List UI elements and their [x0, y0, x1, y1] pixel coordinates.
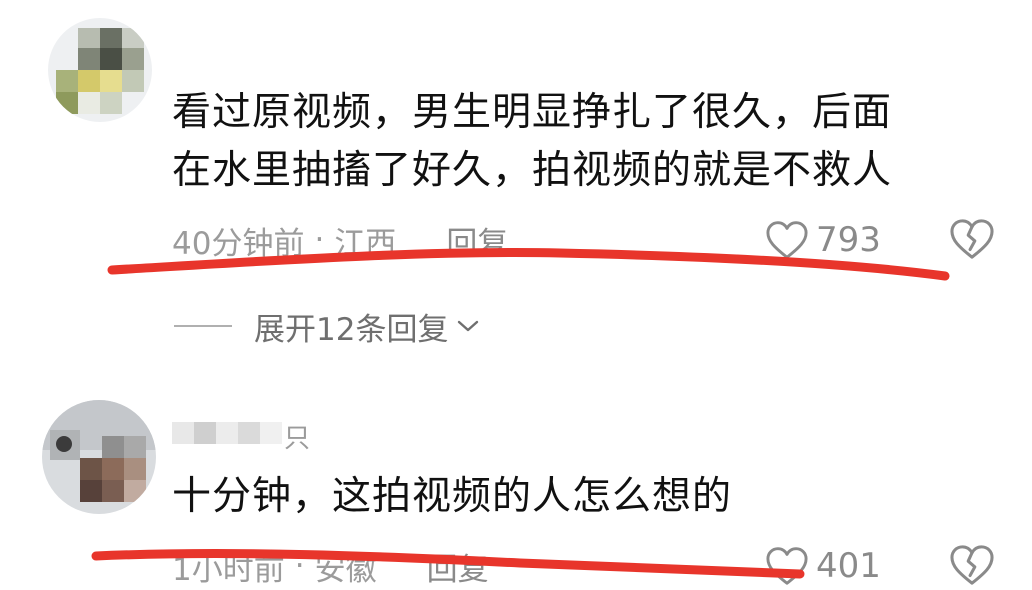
reply-button[interactable]: 回复 [427, 544, 489, 589]
broken-heart-icon [950, 545, 994, 585]
avatar[interactable] [48, 18, 152, 122]
avatar-mosaic-cell [80, 480, 102, 502]
comment-text-line-2: 在水里抽搐了好久，拍视频的就是不救人 [172, 148, 893, 193]
heart-outline-icon [766, 221, 808, 259]
avatar[interactable] [42, 400, 156, 514]
username-mosaic-cell [238, 422, 260, 444]
avatar-mosaic-cell [78, 28, 100, 48]
comment-location: 江西 [334, 225, 397, 262]
avatar-mosaic-cell [102, 436, 124, 458]
like-button[interactable]: 401 [764, 544, 881, 588]
avatar-mosaic-cell [56, 436, 72, 452]
avatar-mosaic-cell [100, 70, 122, 92]
comment-meta: 1小时前 · 安徽 回复 [172, 544, 489, 589]
expand-divider [174, 325, 232, 327]
username-mosaic-cell [194, 422, 216, 444]
broken-heart-icon [950, 219, 994, 259]
avatar-mosaic-cell [80, 458, 102, 480]
dislike-button[interactable] [948, 544, 996, 588]
expand-replies-label: 展开12条回复 [254, 311, 449, 348]
avatar-mosaic-cell [100, 28, 122, 48]
meta-separator: · [314, 222, 325, 258]
dislike-button[interactable] [948, 218, 996, 262]
avatar-mosaic-cell [56, 92, 78, 114]
username-mosaic-cell [172, 422, 194, 444]
comment-2: 只 十分钟，这拍视频的人怎么想的 1小时前 · 安徽 回复 401 [0, 360, 1032, 589]
avatar-mosaic-cell [100, 92, 122, 114]
like-count: 793 [816, 220, 881, 260]
avatar-mosaic-cell [78, 70, 100, 92]
heart-outline-icon [766, 547, 808, 585]
avatar-mosaic-cell [102, 458, 124, 480]
username[interactable]: 只 [172, 416, 332, 454]
avatar-mosaic-cell [78, 92, 100, 114]
comment-meta: 40分钟前 · 江西 回复 [172, 218, 508, 263]
comment-timestamp: 1小时前 [172, 551, 285, 588]
chevron-down-icon [458, 320, 479, 332]
expand-replies-button[interactable]: 展开12条回复 [174, 306, 480, 348]
username-mosaic-cell [216, 422, 238, 444]
avatar-mosaic-cell [122, 28, 144, 48]
avatar-mosaic-cell [78, 48, 100, 70]
avatar-mosaic-cell [124, 480, 146, 502]
avatar-mosaic-cell [124, 436, 146, 458]
comment-timestamp: 40分钟前 [172, 225, 305, 262]
comment-text-line-1: 看过原视频，男生明显挣扎了很久，后面 [172, 90, 893, 135]
avatar-mosaic-cell [122, 70, 144, 92]
meta-separator: · [294, 548, 305, 584]
avatar-mosaic-cell [100, 48, 122, 70]
avatar-mosaic-cell [56, 70, 78, 92]
comment-text-line-1: 十分钟，这拍视频的人怎么想的 [172, 474, 733, 519]
comment-1: 看过原视频，男生明显挣扎了很久，后面 在水里抽搐了好久，拍视频的就是不救人 40… [0, 0, 1032, 360]
avatar-mosaic-cell [102, 480, 124, 502]
reply-button[interactable]: 回复 [446, 218, 508, 263]
username-mosaic-cell [260, 422, 282, 444]
like-count: 401 [816, 546, 881, 586]
username-fragment: 只 [284, 424, 311, 454]
avatar-mosaic-cell [124, 458, 146, 480]
avatar-mosaic-cell [122, 48, 144, 70]
comment-location: 安徽 [314, 551, 377, 588]
like-button[interactable]: 793 [764, 218, 881, 262]
